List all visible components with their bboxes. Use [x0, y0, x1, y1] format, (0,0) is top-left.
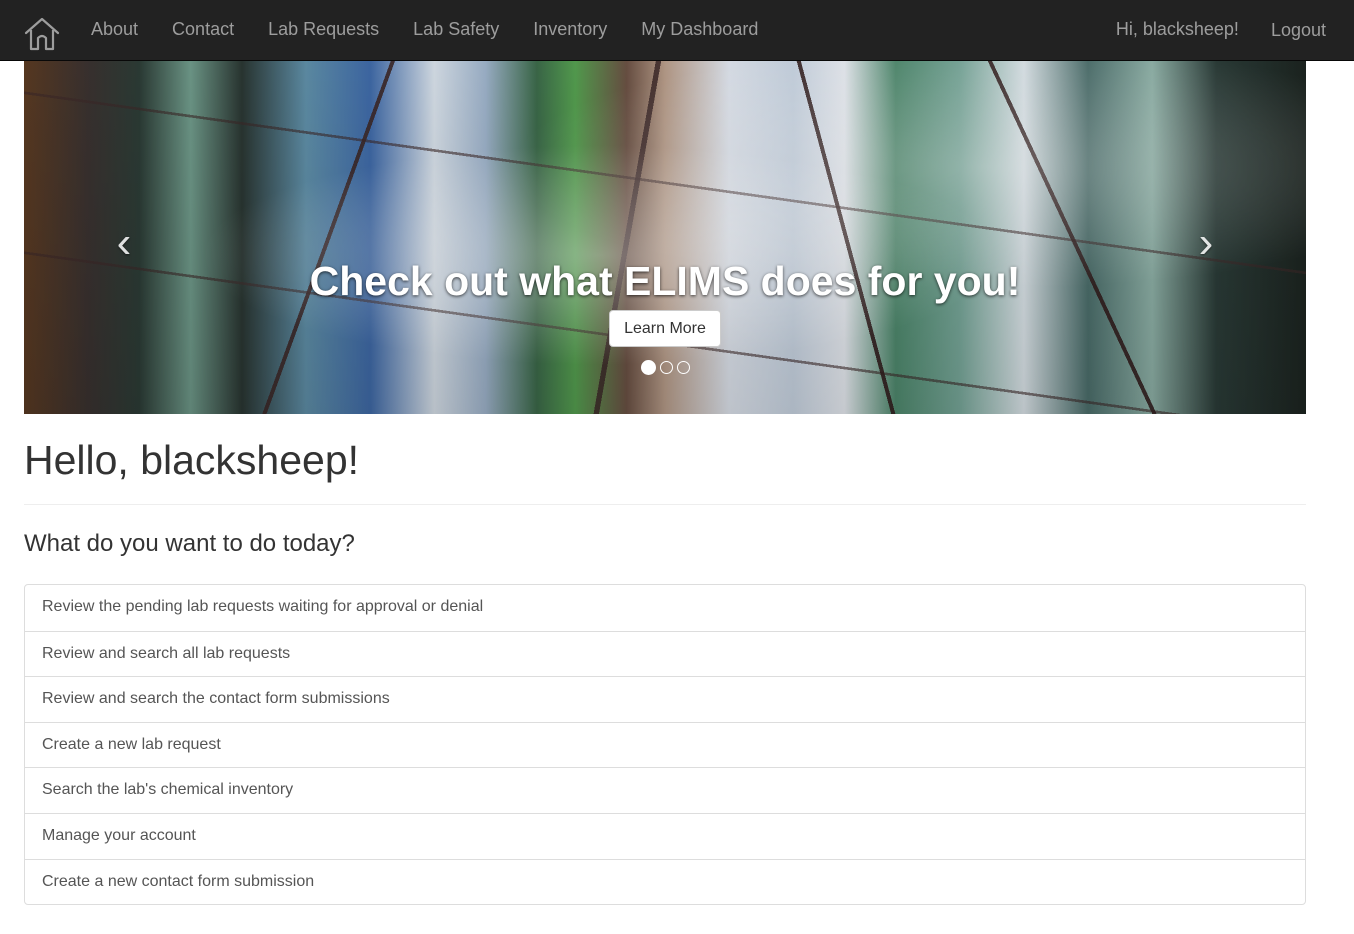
- user-greeting[interactable]: Hi, blacksheep!: [1100, 0, 1255, 60]
- carousel-caption: Check out what ELIMS does for you! Learn…: [24, 257, 1306, 347]
- action-search-inventory[interactable]: Search the lab's chemical inventory: [25, 767, 1305, 813]
- home-icon: [24, 17, 60, 51]
- action-manage-account[interactable]: Manage your account: [25, 812, 1305, 859]
- navbar: About Contact Lab Requests Lab Safety In…: [0, 0, 1354, 61]
- action-search-contact-submissions[interactable]: Review and search the contact form submi…: [25, 676, 1305, 722]
- logout-link[interactable]: Logout: [1255, 0, 1342, 60]
- nav-about[interactable]: About: [74, 0, 155, 60]
- page-header: Hello, blacksheep!: [24, 430, 1306, 505]
- nav-links: About Contact Lab Requests Lab Safety In…: [74, 0, 775, 60]
- nav-lab-requests[interactable]: Lab Requests: [251, 0, 396, 60]
- hero-carousel: ‹ › Check out what ELIMS does for you! L…: [24, 61, 1306, 414]
- learn-more-button[interactable]: Learn More: [609, 310, 721, 347]
- page-title: Hello, blacksheep!: [24, 437, 360, 483]
- carousel-caption-title: Check out what ELIMS does for you!: [309, 258, 1021, 304]
- home-link[interactable]: [24, 16, 60, 52]
- action-create-contact-submission[interactable]: Create a new contact form submission: [25, 858, 1305, 905]
- action-create-lab-request[interactable]: Create a new lab request: [25, 721, 1305, 768]
- action-list: Review the pending lab requests waiting …: [24, 584, 1306, 906]
- nav-user-area: Hi, blacksheep! Logout: [1100, 0, 1342, 60]
- section-subtitle: What do you want to do today?: [24, 530, 355, 557]
- nav-contact[interactable]: Contact: [155, 0, 251, 60]
- nav-my-dashboard[interactable]: My Dashboard: [624, 0, 775, 60]
- carousel-indicators: [24, 360, 1306, 375]
- carousel-indicator[interactable]: [659, 361, 673, 374]
- action-review-pending-requests[interactable]: Review the pending lab requests waiting …: [25, 585, 1305, 631]
- nav-lab-safety[interactable]: Lab Safety: [396, 0, 516, 60]
- nav-inventory[interactable]: Inventory: [516, 0, 624, 60]
- action-search-lab-requests[interactable]: Review and search all lab requests: [25, 630, 1305, 677]
- carousel-indicator[interactable]: [640, 360, 656, 375]
- carousel-indicator[interactable]: [676, 361, 690, 374]
